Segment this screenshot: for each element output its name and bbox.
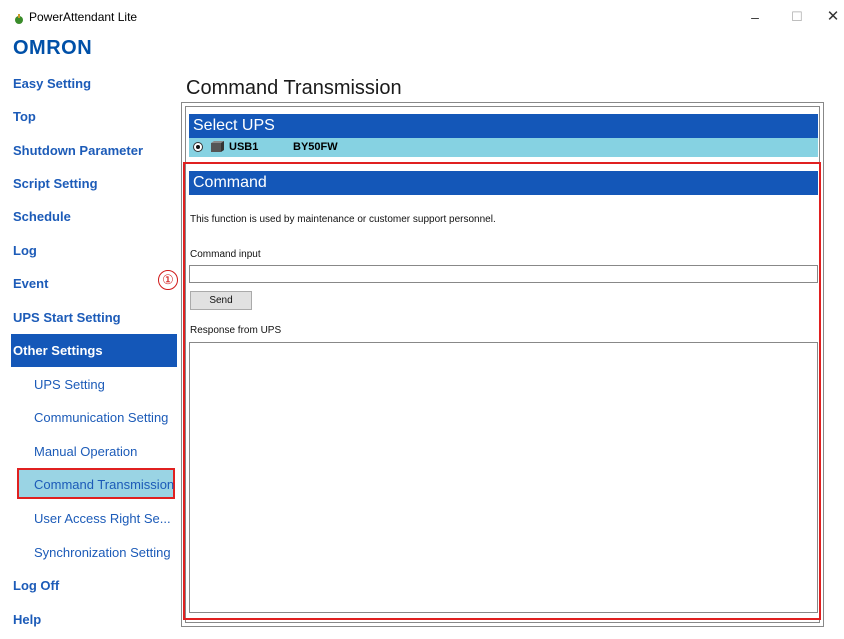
page-title: Command Transmission xyxy=(186,77,402,99)
close-button[interactable]: ✕ xyxy=(818,4,844,30)
sidebar-item-schedule[interactable]: Schedule xyxy=(13,209,176,224)
select-ups-header: Select UPS xyxy=(189,114,818,138)
app-icon xyxy=(15,14,23,24)
response-textarea[interactable] xyxy=(189,342,818,613)
sidebar-item-other-settings-label: Other Settings xyxy=(13,343,103,358)
sidebar-item-ups-start-setting[interactable]: UPS Start Setting xyxy=(13,310,176,325)
command-input-label: Command input xyxy=(190,249,261,260)
minimize-button[interactable]: – xyxy=(740,4,770,30)
sidebar-item-help[interactable]: Help xyxy=(13,612,176,627)
sidebar-item-user-access-right[interactable]: User Access Right Se... xyxy=(34,511,176,526)
sidebar-item-ups-setting[interactable]: UPS Setting xyxy=(34,377,176,392)
command-description: This function is used by maintenance or … xyxy=(190,214,496,225)
callout-marker: ① xyxy=(158,270,178,290)
sidebar-item-log[interactable]: Log xyxy=(13,243,176,258)
sidebar-item-manual-operation[interactable]: Manual Operation xyxy=(34,444,176,459)
sidebar-item-shutdown-parameter[interactable]: Shutdown Parameter xyxy=(13,143,176,158)
ups-port: USB1 xyxy=(229,141,259,153)
ups-list-row[interactable]: USB1 BY50FW xyxy=(189,138,818,157)
command-input[interactable] xyxy=(189,265,818,283)
sidebar-item-event[interactable]: Event xyxy=(13,276,176,291)
send-button[interactable]: Send xyxy=(190,291,252,310)
sidebar-item-command-transmission-label: Command Transmission xyxy=(34,477,175,492)
command-header: Command xyxy=(189,171,818,195)
response-label: Response from UPS xyxy=(190,325,282,336)
ups-model: BY50FW xyxy=(293,141,338,153)
sidebar-item-communication-setting[interactable]: Communication Setting xyxy=(34,410,176,425)
sidebar-item-log-off[interactable]: Log Off xyxy=(13,578,176,593)
omron-logo: OMRON xyxy=(13,37,93,59)
ups-device-icon xyxy=(211,141,224,152)
maximize-button[interactable]: ☐ xyxy=(782,4,812,30)
window-title: PowerAttendant Lite xyxy=(29,10,138,24)
sidebar-item-top[interactable]: Top xyxy=(13,109,176,124)
sidebar-item-script-setting[interactable]: Script Setting xyxy=(13,176,176,191)
sidebar-item-easy-setting[interactable]: Easy Setting xyxy=(13,76,176,91)
title-bar: PowerAttendant Lite – ☐ ✕ xyxy=(0,0,844,32)
ups-radio-button[interactable] xyxy=(193,142,203,152)
sidebar-item-synchronization-setting[interactable]: Synchronization Setting xyxy=(34,545,176,560)
